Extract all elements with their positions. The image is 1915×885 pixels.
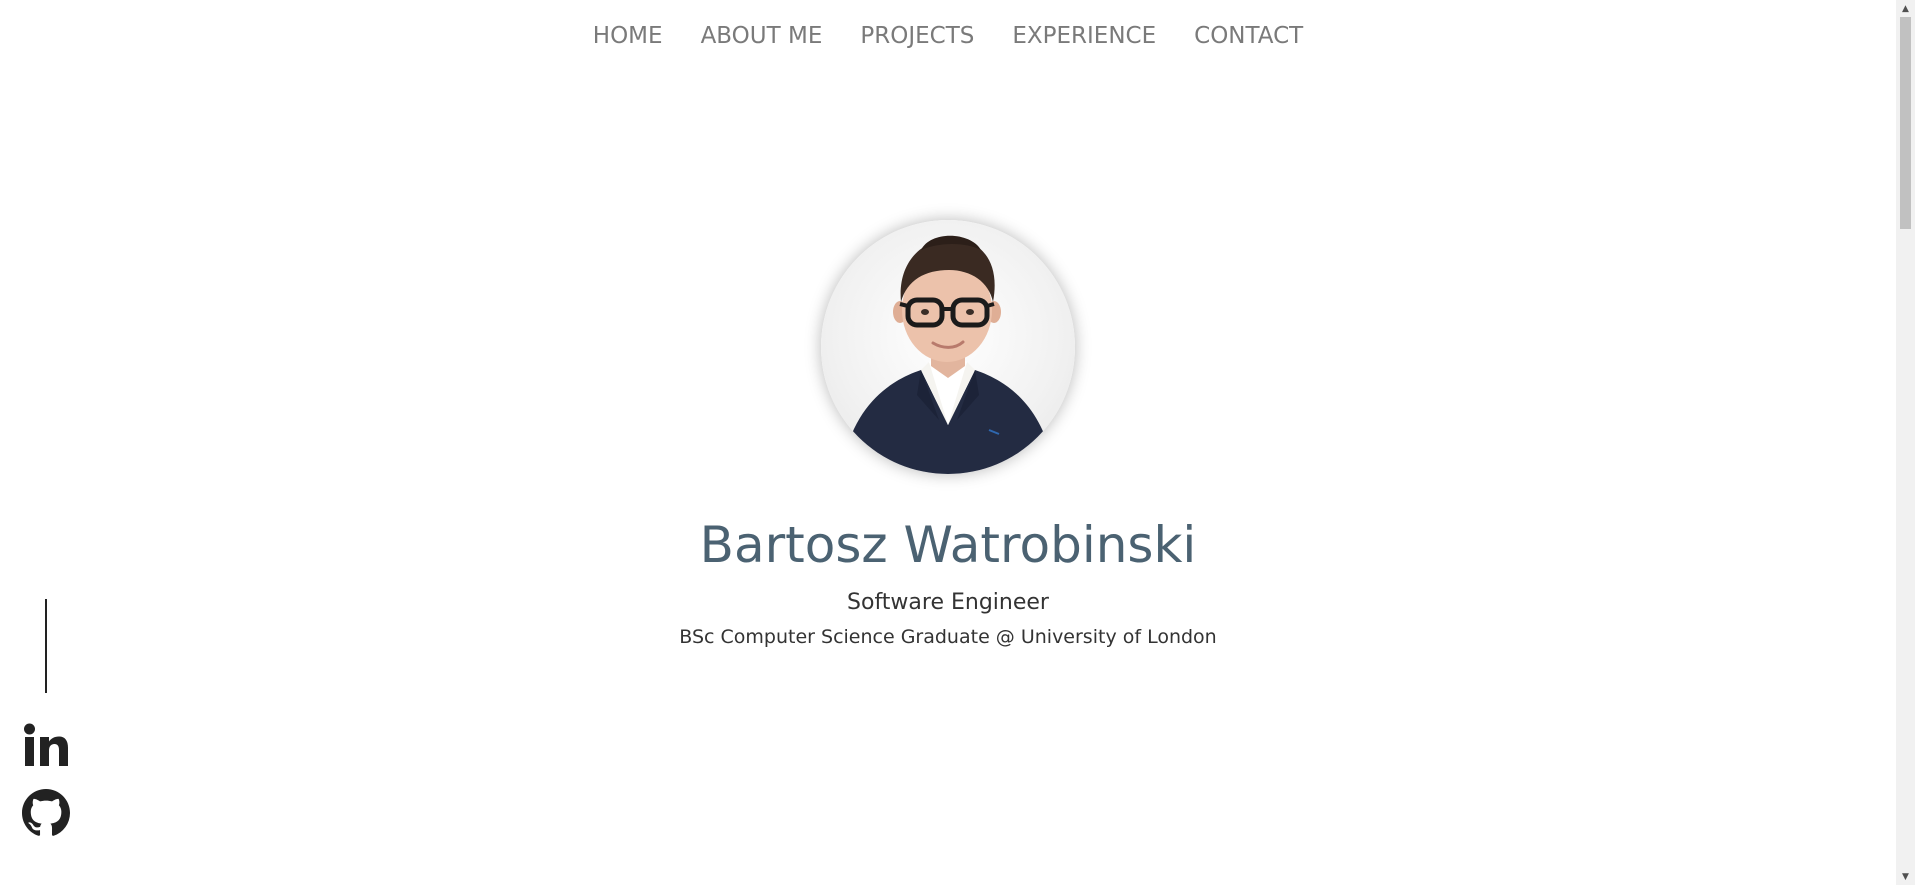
profile-photo-illustration bbox=[841, 235, 1055, 474]
nav-contact[interactable]: CONTACT bbox=[1194, 23, 1303, 49]
linkedin-link[interactable] bbox=[23, 723, 69, 767]
nav-projects[interactable]: PROJECTS bbox=[860, 23, 974, 49]
nav-home[interactable]: HOME bbox=[593, 23, 663, 49]
scroll-up-arrow[interactable]: ▲ bbox=[1896, 0, 1915, 17]
hero-education: BSc Computer Science Graduate @ Universi… bbox=[679, 626, 1217, 648]
scroll-down-arrow[interactable]: ▼ bbox=[1896, 868, 1915, 885]
page: HOME ABOUT ME PROJECTS EXPERIENCE CONTAC… bbox=[0, 0, 1915, 885]
github-icon bbox=[22, 789, 70, 836]
page-scrollbar[interactable]: ▲ ▼ bbox=[1896, 0, 1915, 885]
top-navigation: HOME ABOUT ME PROJECTS EXPERIENCE CONTAC… bbox=[0, 0, 1896, 72]
scroll-thumb[interactable] bbox=[1900, 17, 1911, 229]
linkedin-icon bbox=[24, 723, 68, 766]
nav-about-me[interactable]: ABOUT ME bbox=[701, 23, 823, 49]
hero-name: Bartosz Watrobinski bbox=[699, 516, 1197, 574]
hero-role: Software Engineer bbox=[847, 590, 1049, 615]
social-divider-line bbox=[45, 599, 47, 693]
profile-photo bbox=[821, 220, 1075, 474]
nav-experience[interactable]: EXPERIENCE bbox=[1012, 23, 1156, 49]
github-link[interactable] bbox=[22, 789, 70, 837]
social-sidebar bbox=[22, 599, 70, 837]
hero-section: Bartosz Watrobinski Software Engineer BS… bbox=[0, 220, 1896, 647]
